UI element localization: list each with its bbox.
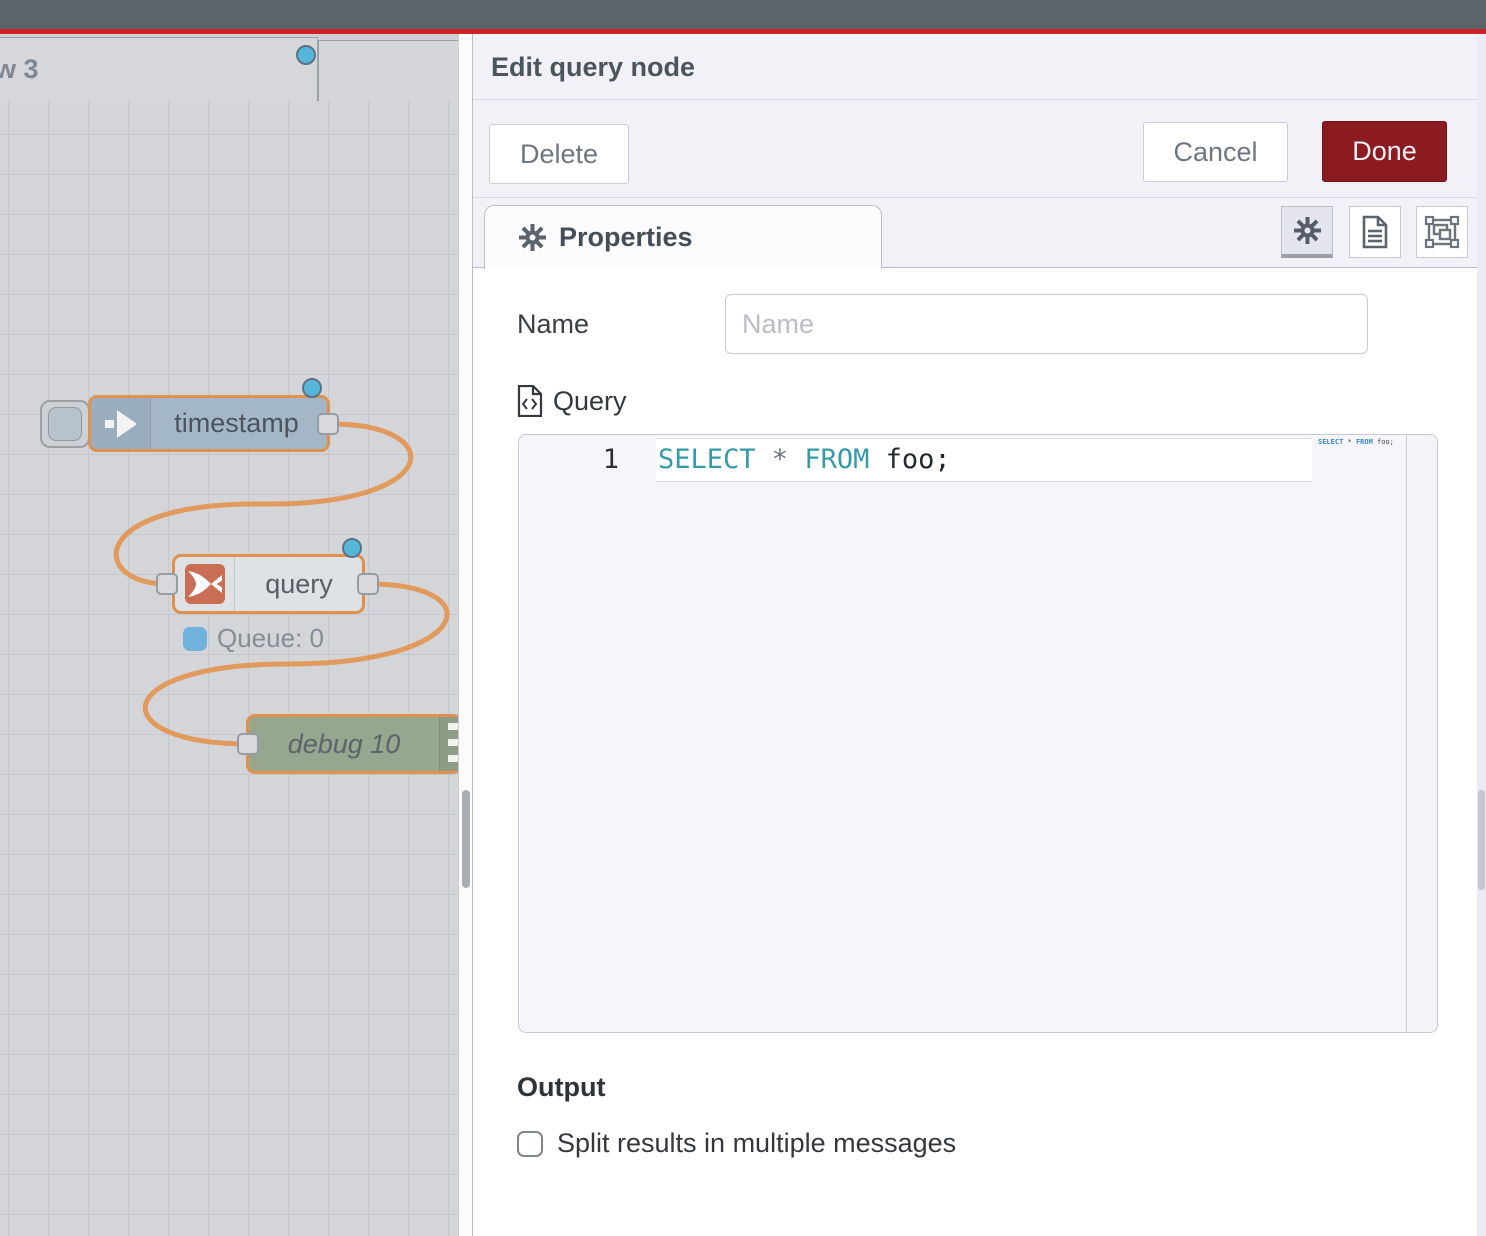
debug-input-port[interactable]: [237, 733, 259, 755]
node-label: query: [236, 557, 362, 611]
file-code-icon: [517, 385, 543, 417]
minimap-text: FROM: [1356, 438, 1373, 446]
dialog-button-row: Delete Cancel Done: [473, 100, 1477, 198]
node-changed-dot: [302, 378, 322, 398]
page-scrollbar-thumb[interactable]: [1478, 790, 1485, 890]
query-node-status: Queue: 0: [183, 623, 324, 654]
editor-line-number: 1: [519, 438, 619, 482]
node-changed-dot: [342, 538, 362, 558]
delete-button[interactable]: Delete: [489, 124, 629, 184]
appearance-tab-button[interactable]: [1416, 206, 1468, 258]
document-icon: [1358, 214, 1392, 250]
gear-icon: [1294, 217, 1321, 244]
description-tab-button[interactable]: [1349, 206, 1401, 258]
mysql-icon: [185, 564, 225, 604]
status-text: Queue: 0: [217, 623, 324, 654]
name-input[interactable]: [725, 294, 1368, 354]
minimap-text: *: [1343, 438, 1356, 446]
node-query[interactable]: query: [172, 554, 365, 614]
gear-icon: [519, 224, 546, 251]
done-button[interactable]: Done: [1322, 121, 1447, 182]
edit-node-dialog: Edit query node Delete Cancel Done: [472, 34, 1477, 1236]
minimap-text: SELECT: [1318, 438, 1343, 446]
sql-operator: *: [756, 444, 805, 475]
split-results-label: Split results in multiple messages: [557, 1128, 956, 1159]
debug-icon-region: [439, 717, 458, 771]
debug-stripes-decoration: [448, 723, 458, 765]
inject-arrow-icon: [103, 406, 139, 442]
editor-code-line[interactable]: SELECT * FROM foo;: [658, 438, 951, 482]
node-label: debug 10: [259, 717, 429, 771]
sql-keyword: FROM: [804, 444, 869, 475]
query-icon-region: [175, 557, 235, 611]
inject-trigger-button[interactable]: [40, 400, 90, 448]
tab-properties-label: Properties: [559, 222, 693, 253]
flow-canvas[interactable]: w 3 timestamp: [0, 34, 458, 1236]
status-dot: [183, 627, 207, 651]
split-results-checkbox[interactable]: [517, 1131, 543, 1157]
cancel-button[interactable]: Cancel: [1143, 122, 1288, 182]
editor-scrollbar-track[interactable]: [1408, 435, 1437, 1032]
object-group-icon: [1424, 214, 1460, 250]
top-toolbar: [0, 0, 1486, 29]
tab-properties[interactable]: Properties: [484, 205, 882, 269]
inject-trigger-button-face[interactable]: [48, 407, 82, 441]
query-output-port[interactable]: [357, 573, 379, 595]
dialog-tabbar: Properties: [473, 198, 1477, 268]
name-label: Name: [517, 294, 589, 354]
canvas-vertical-scrollbar[interactable]: [458, 34, 472, 1236]
page-vertical-scrollbar[interactable]: [1477, 34, 1486, 1236]
timestamp-output-port[interactable]: [317, 413, 339, 435]
canvas-scrollbar-thumb[interactable]: [462, 790, 470, 888]
sql-keyword: SELECT: [658, 444, 756, 475]
inject-icon-region: [91, 398, 151, 449]
sql-code-editor[interactable]: 1 SELECT * FROM foo; SELECT * FROM foo;: [518, 434, 1438, 1033]
node-timestamp[interactable]: timestamp: [88, 395, 330, 452]
dialog-header: Edit query node: [473, 34, 1477, 100]
split-results-row: Split results in multiple messages: [517, 1128, 956, 1159]
dialog-form: Name Query 1 SELECT * FROM foo; SELECT *…: [473, 268, 1477, 1236]
output-section-label: Output: [517, 1072, 605, 1103]
node-debug[interactable]: debug 10: [246, 714, 458, 774]
properties-view-button[interactable]: [1281, 206, 1333, 258]
minimap-text: foo;: [1373, 438, 1394, 446]
dialog-title: Edit query node: [491, 34, 695, 100]
editor-minimap[interactable]: SELECT * FROM foo;: [1312, 435, 1407, 1032]
query-label: Query: [553, 386, 627, 417]
query-input-port[interactable]: [156, 573, 178, 595]
node-label: timestamp: [152, 398, 321, 449]
query-field-label: Query: [517, 380, 627, 422]
sql-identifier: foo;: [869, 444, 950, 475]
